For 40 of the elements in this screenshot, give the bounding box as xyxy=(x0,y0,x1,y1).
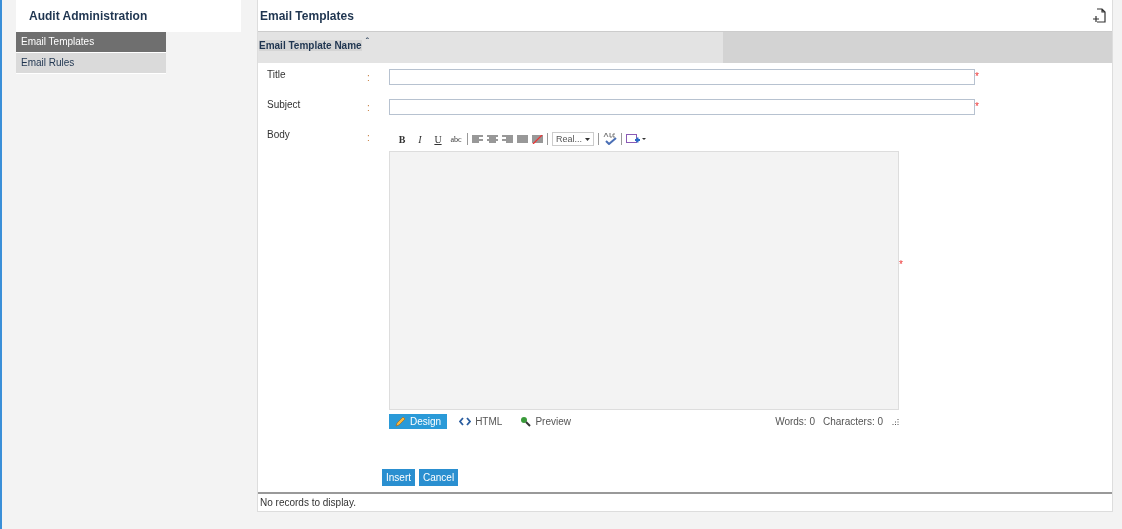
text-field[interactable] xyxy=(389,69,975,85)
format-button[interactable]: abc xyxy=(449,134,463,144)
add-document-icon[interactable] xyxy=(1092,8,1106,23)
insert-snippet-icon[interactable] xyxy=(626,133,646,145)
format-button[interactable]: U xyxy=(431,133,445,145)
spellcheck-icon[interactable] xyxy=(603,133,617,145)
align-icon[interactable] xyxy=(487,134,498,144)
resize-grip-icon[interactable] xyxy=(891,417,899,425)
mode-tab[interactable]: Preview xyxy=(514,413,577,429)
pencil-icon xyxy=(395,415,406,427)
align-icon[interactable] xyxy=(502,134,513,144)
format-button[interactable]: I xyxy=(413,133,427,145)
insert-button[interactable]: Insert xyxy=(382,469,415,486)
page-title: Email Templates xyxy=(260,8,354,23)
word-count: Words: 0 xyxy=(775,415,815,427)
colon: : xyxy=(367,131,371,143)
empty-message: No records to display. xyxy=(260,497,356,508)
required-mark: * xyxy=(975,70,979,82)
colon: : xyxy=(367,71,371,83)
required-mark: * xyxy=(975,100,979,112)
text-field[interactable] xyxy=(389,99,975,115)
clear-format-icon[interactable] xyxy=(532,134,543,144)
field-label: Title xyxy=(266,69,287,80)
field-label: Body xyxy=(266,129,291,140)
align-icon[interactable] xyxy=(472,134,483,144)
sidebar-item[interactable]: Email Rules xyxy=(16,53,166,74)
cancel-button[interactable]: Cancel xyxy=(419,469,459,486)
align-icon[interactable] xyxy=(517,134,528,144)
character-count: Characters: 0 xyxy=(822,415,883,427)
font-dropdown[interactable]: Real... xyxy=(552,132,594,146)
sidebar-item[interactable]: Email Templates xyxy=(16,32,166,53)
format-button[interactable]: B xyxy=(395,133,409,145)
sidebar-title: Audit Administration xyxy=(29,9,148,23)
mode-tab[interactable]: HTML xyxy=(453,413,509,429)
code-icon xyxy=(459,416,472,426)
magnifier-icon xyxy=(520,415,532,427)
field-label: Subject xyxy=(266,99,302,110)
required-mark: * xyxy=(899,258,903,270)
caret-icon xyxy=(585,137,590,141)
colon: : xyxy=(367,101,371,113)
